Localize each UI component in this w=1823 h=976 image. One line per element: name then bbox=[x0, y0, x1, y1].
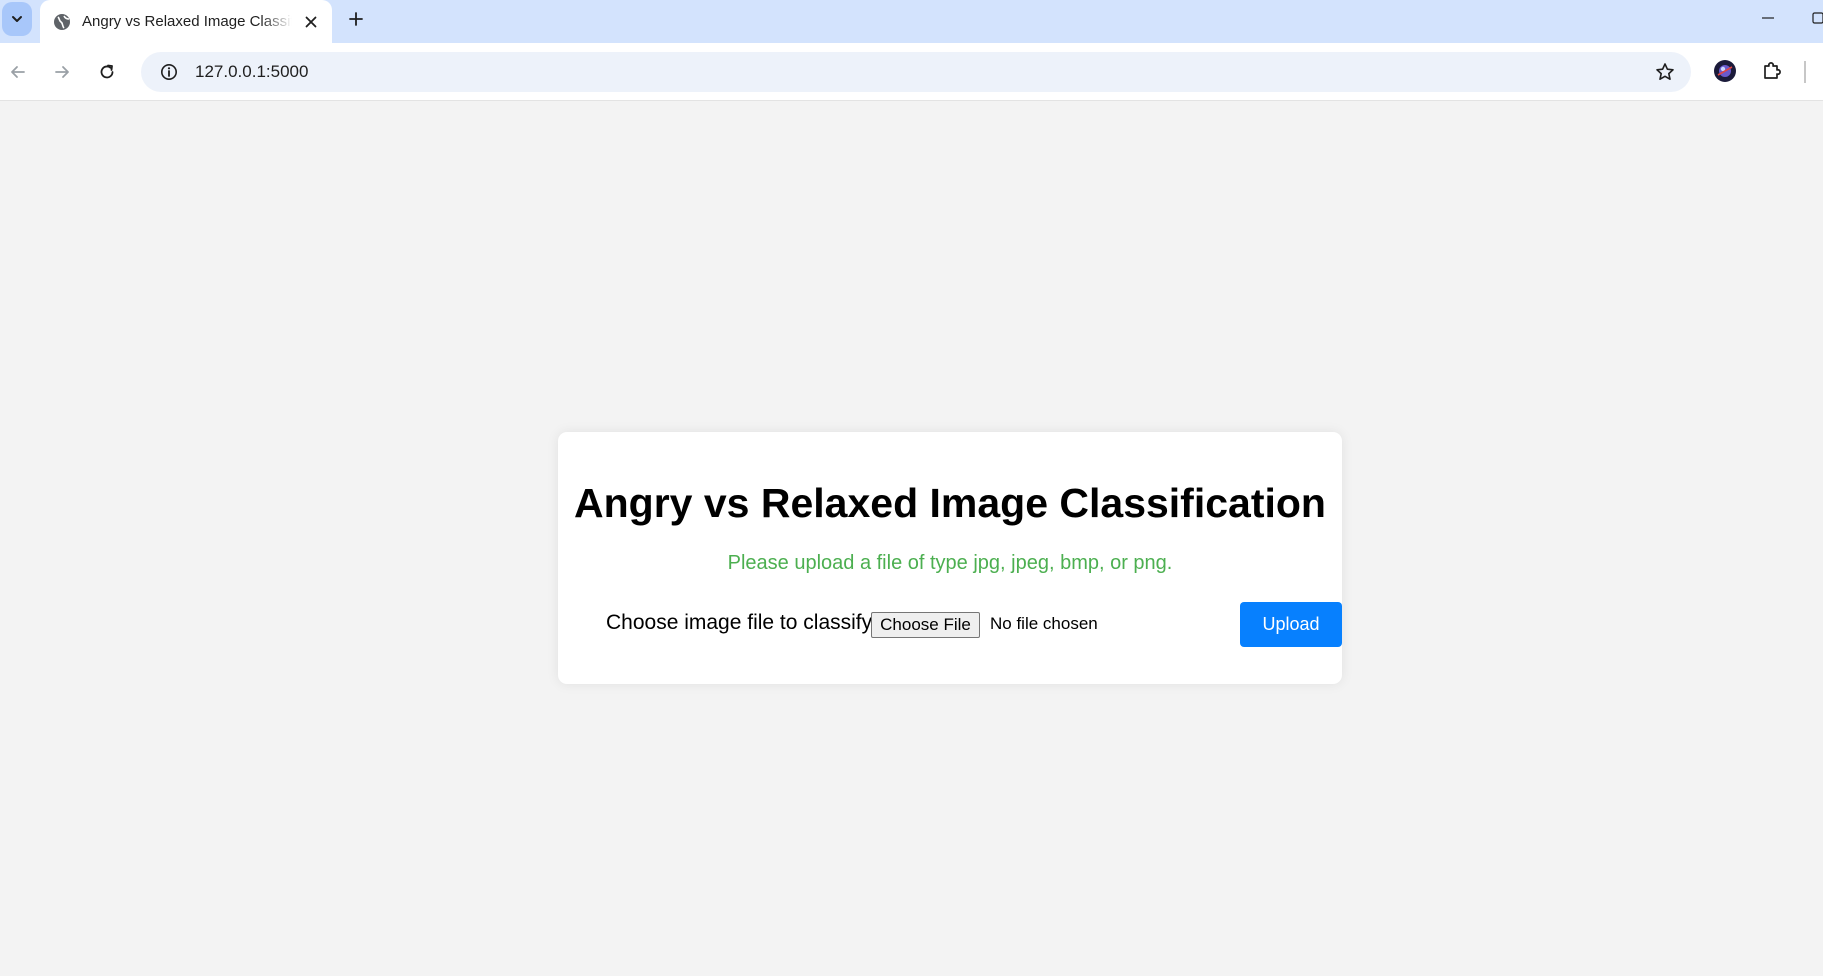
tab-strip: Angry vs Relaxed Image Classification bbox=[0, 0, 1823, 43]
arrow-left-icon bbox=[11, 66, 25, 78]
upload-card: Angry vs Relaxed Image Classification Pl… bbox=[558, 432, 1342, 684]
browser-toolbar: 127.0.0.1:5000 bbox=[0, 43, 1823, 101]
avatar-icon bbox=[1714, 60, 1736, 82]
reload-icon bbox=[100, 64, 114, 79]
back-button[interactable] bbox=[3, 57, 33, 87]
tab-active[interactable]: Angry vs Relaxed Image Classification bbox=[40, 0, 332, 43]
tab-title: Angry vs Relaxed Image Classification bbox=[82, 13, 292, 30]
page-viewport: Angry vs Relaxed Image Classification Pl… bbox=[0, 102, 1823, 976]
chevron-down-icon bbox=[12, 16, 22, 22]
minimize-button[interactable] bbox=[1756, 8, 1780, 28]
info-icon bbox=[161, 64, 177, 80]
file-type-hint: Please upload a file of type jpg, jpeg, … bbox=[727, 552, 1173, 574]
star-icon bbox=[1656, 63, 1674, 80]
close-icon bbox=[305, 16, 317, 27]
profile-avatar[interactable] bbox=[1713, 59, 1737, 83]
page-title: Angry vs Relaxed Image Classification bbox=[574, 480, 1326, 526]
puzzle-icon bbox=[1764, 62, 1781, 79]
upload-form: Choose image file to classify: Choose Fi… bbox=[606, 600, 1342, 647]
toolbar-divider bbox=[1804, 61, 1806, 83]
url-text[interactable]: 127.0.0.1:5000 bbox=[195, 62, 308, 82]
tab-search-button[interactable] bbox=[2, 2, 32, 36]
plus-icon bbox=[349, 12, 363, 26]
upload-button[interactable]: Upload bbox=[1240, 602, 1342, 647]
close-tab-button[interactable] bbox=[300, 11, 322, 33]
choose-file-button[interactable]: Choose File bbox=[871, 612, 980, 638]
restore-icon bbox=[1812, 12, 1823, 24]
address-bar[interactable]: 127.0.0.1:5000 bbox=[141, 52, 1691, 92]
site-info-button[interactable] bbox=[149, 52, 189, 92]
reload-button[interactable] bbox=[92, 57, 122, 87]
arrow-right-icon bbox=[55, 66, 69, 78]
globe-icon bbox=[52, 12, 72, 32]
file-status-text: No file chosen bbox=[990, 614, 1098, 633]
forward-button[interactable] bbox=[47, 57, 77, 87]
minimize-icon bbox=[1762, 17, 1774, 19]
bookmark-button[interactable] bbox=[1653, 60, 1677, 84]
browser-window: Angry vs Relaxed Image Classification bbox=[0, 0, 1823, 976]
new-tab-button[interactable] bbox=[343, 6, 369, 32]
extensions-button[interactable] bbox=[1758, 57, 1786, 85]
file-input-label: Choose image file to classify: bbox=[606, 611, 878, 634]
restore-button[interactable] bbox=[1810, 8, 1823, 28]
